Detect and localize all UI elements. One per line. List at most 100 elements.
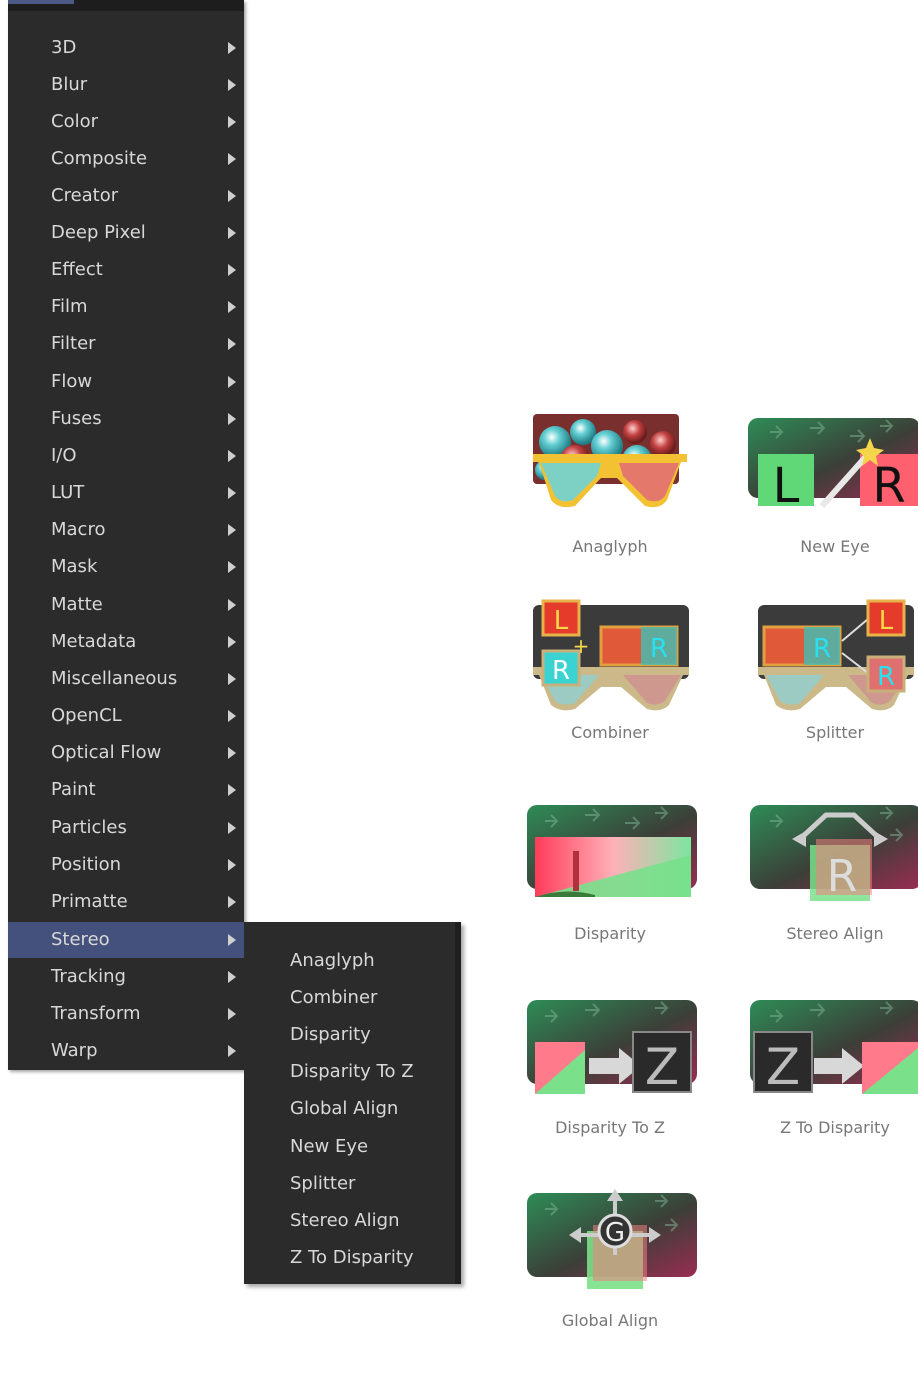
menu-item-label: Composite <box>51 148 148 169</box>
menu-item-fuses[interactable]: Fuses <box>8 401 244 437</box>
menu-item-warp[interactable]: Warp <box>8 1033 244 1069</box>
submenu-item-splitter[interactable]: Splitter <box>244 1165 455 1202</box>
right-eye-glyph: R <box>827 851 858 902</box>
menu-item-label: Optical Flow <box>51 742 162 763</box>
tool-global-align[interactable]: G Global Align <box>505 1185 715 1375</box>
menu-item-opencl[interactable]: OpenCL <box>8 698 244 734</box>
tool-new-eye[interactable]: L R New Eye <box>730 410 918 600</box>
submenu-arrow-icon <box>228 934 236 946</box>
submenu-arrow-icon <box>228 822 236 834</box>
menu-item-blur[interactable]: Blur <box>8 67 244 103</box>
submenu-arrow-icon <box>228 376 236 388</box>
tool-combiner[interactable]: L R R + Combiner <box>505 595 715 785</box>
tool-anaglyph[interactable]: Anaglyph <box>505 410 715 600</box>
menu-item-position[interactable]: Position <box>8 847 244 883</box>
anaglyph-glasses-icon <box>533 414 687 508</box>
tool-caption: Splitter <box>805 723 865 742</box>
tool-splitter[interactable]: R L R Splitter <box>730 595 918 785</box>
menu-item-label: Effect <box>51 259 103 280</box>
submenu-arrow-icon <box>228 1008 236 1020</box>
submenu-item-label: Stereo Align <box>290 1210 400 1231</box>
submenu-item-label: Global Align <box>290 1098 399 1119</box>
menu-item-label: Film <box>51 296 88 317</box>
submenu-item-combiner[interactable]: Combiner <box>244 979 455 1016</box>
combiner-icon: L R R + <box>533 599 689 711</box>
submenu-arrow-icon <box>228 264 236 276</box>
menu-item-deep-pixel[interactable]: Deep Pixel <box>8 215 244 251</box>
menu-item-stereo[interactable]: Stereo <box>8 922 244 958</box>
submenu-arrow-icon <box>228 42 236 54</box>
z-to-disparity-icon: Z <box>750 1000 918 1096</box>
tool-stereo-align[interactable]: R Stereo Align <box>730 795 918 985</box>
menu-item-label: Deep Pixel <box>51 222 146 243</box>
submenu-item-z-to-disparity[interactable]: Z To Disparity <box>244 1239 455 1276</box>
tool-disparity[interactable]: Disparity <box>505 795 715 985</box>
submenu-item-anaglyph[interactable]: Anaglyph <box>244 942 455 979</box>
submenu-arrow-icon <box>228 971 236 983</box>
menu-item-film[interactable]: Film <box>8 289 244 325</box>
menu-item-particles[interactable]: Particles <box>8 810 244 846</box>
menu-item-creator[interactable]: Creator <box>8 178 244 214</box>
menu-item-composite[interactable]: Composite <box>8 141 244 177</box>
menu-item-lut[interactable]: LUT <box>8 475 244 511</box>
menu-item-miscellaneous[interactable]: Miscellaneous <box>8 661 244 697</box>
menu-item-macro[interactable]: Macro <box>8 512 244 548</box>
menu-item-effect[interactable]: Effect <box>8 252 244 288</box>
menu-item-label: LUT <box>51 482 85 503</box>
submenu-edge <box>455 922 461 1284</box>
submenu-arrow-icon <box>228 413 236 425</box>
menu-item-label: Stereo <box>51 929 110 950</box>
menu-item-label: Flow <box>51 371 93 392</box>
right-eye-glyph: R <box>872 458 905 514</box>
menu-item-label: 3D <box>51 37 77 58</box>
submenu-arrow-icon <box>228 338 236 350</box>
stereo-submenu: Anaglyph Combiner Disparity Disparity To… <box>244 922 461 1284</box>
menu-item-label: Tracking <box>51 966 126 987</box>
submenu-item-label: New Eye <box>290 1136 369 1157</box>
tool-caption: Disparity To Z <box>555 1118 665 1137</box>
submenu-item-stereo-align[interactable]: Stereo Align <box>244 1202 455 1239</box>
g-glyph: G <box>605 1218 625 1248</box>
menu-item-mask[interactable]: Mask <box>8 549 244 585</box>
tool-z-to-disparity[interactable]: Z Z To Disparity <box>730 990 918 1180</box>
submenu-item-label: Disparity To Z <box>290 1061 414 1082</box>
submenu-arrow-icon <box>228 599 236 611</box>
menu-item-label: Macro <box>51 519 106 540</box>
submenu-arrow-icon <box>228 190 236 202</box>
submenu-item-new-eye[interactable]: New Eye <box>244 1128 455 1165</box>
menu-item-metadata[interactable]: Metadata <box>8 624 244 660</box>
submenu-item-disparity-to-z[interactable]: Disparity To Z <box>244 1053 455 1090</box>
right-eye-glyph: R <box>877 662 895 692</box>
menu-item-label: Creator <box>51 185 119 206</box>
submenu-item-label: Combiner <box>290 987 378 1008</box>
stereo-align-icon: R <box>750 805 918 902</box>
right-eye-glyph: R <box>650 634 668 664</box>
menu-item-color[interactable]: Color <box>8 104 244 140</box>
menu-item-3d[interactable]: 3D <box>8 30 244 66</box>
submenu-arrow-icon <box>228 673 236 685</box>
tool-caption: Stereo Align <box>786 924 884 943</box>
menu-item-label: Fuses <box>51 408 102 429</box>
menu-item-paint[interactable]: Paint <box>8 772 244 808</box>
menu-item-io[interactable]: I/O <box>8 438 244 474</box>
disparity-to-z-icon: Z <box>527 1000 697 1096</box>
submenu-arrow-icon <box>228 896 236 908</box>
menu-item-filter[interactable]: Filter <box>8 326 244 362</box>
menu-item-matte[interactable]: Matte <box>8 587 244 623</box>
menu-item-transform[interactable]: Transform <box>8 996 244 1032</box>
left-eye-glyph: L <box>554 606 569 636</box>
submenu-item-global-align[interactable]: Global Align <box>244 1090 455 1127</box>
menu-item-primatte[interactable]: Primatte <box>8 884 244 920</box>
submenu-arrow-icon <box>228 859 236 871</box>
tool-disparity-to-z[interactable]: Z Disparity To Z <box>505 990 715 1180</box>
right-eye-glyph: R <box>813 634 831 664</box>
menu-item-label: Transform <box>51 1003 141 1024</box>
submenu-item-disparity[interactable]: Disparity <box>244 1016 455 1053</box>
submenu-arrow-icon <box>228 153 236 165</box>
submenu-arrow-icon <box>228 301 236 313</box>
menu-item-flow[interactable]: Flow <box>8 364 244 400</box>
menu-item-optical-flow[interactable]: Optical Flow <box>8 735 244 771</box>
submenu-arrow-icon <box>228 524 236 536</box>
submenu-item-label: Anaglyph <box>290 950 375 971</box>
menu-item-tracking[interactable]: Tracking <box>8 959 244 995</box>
